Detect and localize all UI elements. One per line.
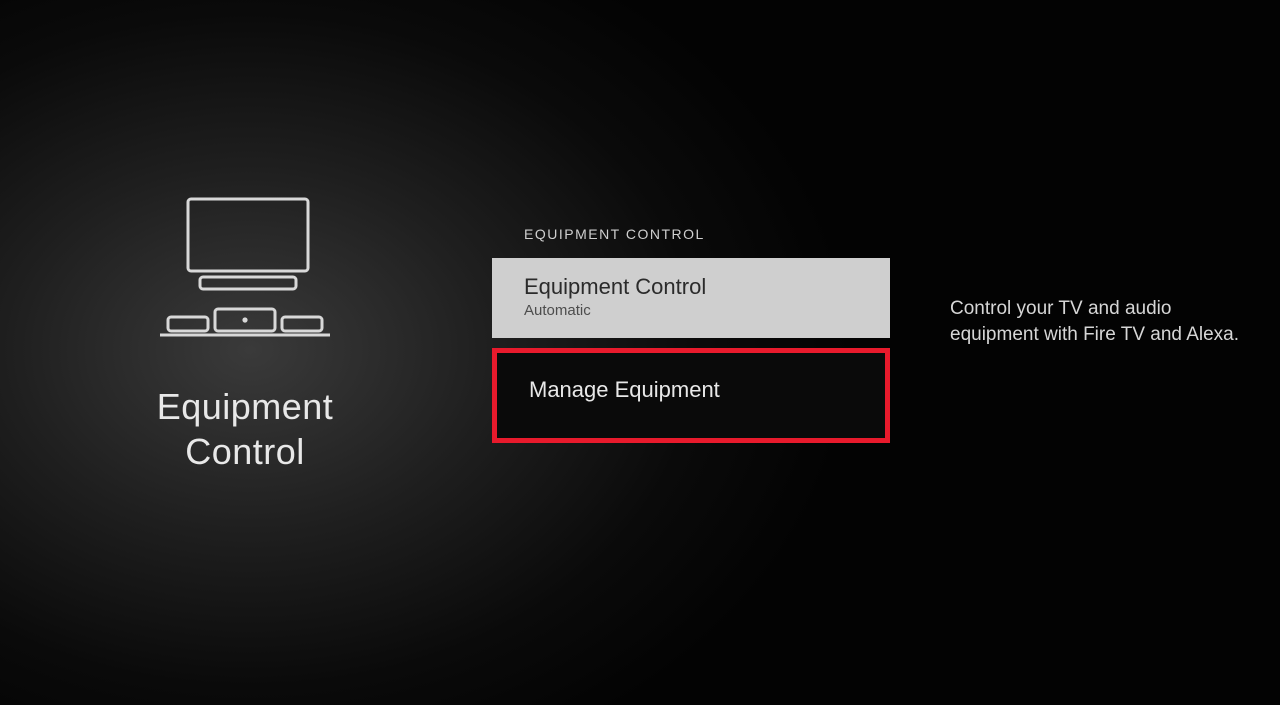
menu-item-subtitle: Automatic [524,302,858,320]
equipment-control-icon [160,191,330,356]
menu-heading: EQUIPMENT CONTROL [524,226,705,242]
section-title-line2: Control [185,431,305,472]
menu-item-equipment-control[interactable]: Equipment Control Automatic [492,258,890,338]
section-title-line1: Equipment [157,386,334,427]
menu-item-manage-equipment[interactable]: Manage Equipment [492,348,890,443]
context-description: Control your TV and audio equipment with… [950,296,1240,347]
section-header: Equipment Control [0,0,490,705]
section-title: Equipment Control [157,384,334,474]
menu-item-title: Equipment Control [524,274,858,300]
settings-screen: Equipment Control EQUIPMENT CONTROL Equi… [0,0,1280,705]
settings-menu: EQUIPMENT CONTROL Equipment Control Auto… [492,0,890,705]
menu-item-title: Manage Equipment [529,377,853,403]
